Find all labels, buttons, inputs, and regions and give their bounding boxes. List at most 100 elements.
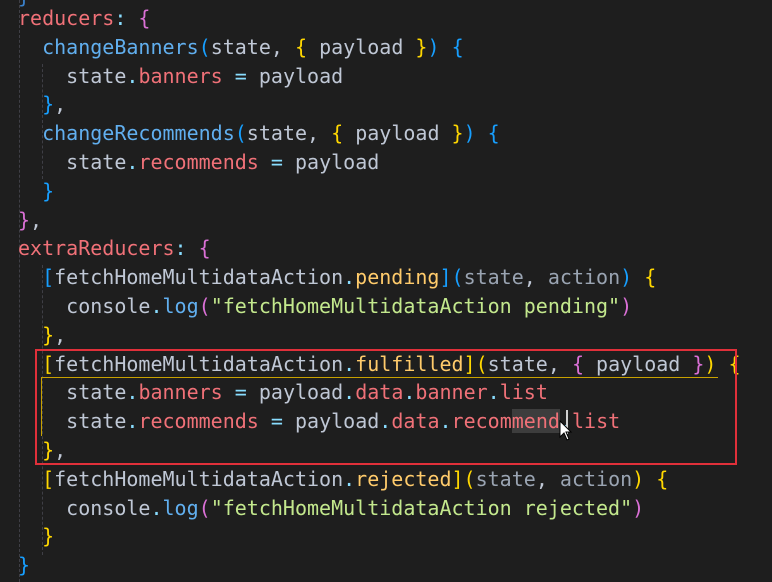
code-token: {	[487, 121, 500, 146]
code-line[interactable]: }	[18, 551, 30, 580]
code-token: {	[656, 466, 669, 491]
code-line[interactable]: state.recommends = payload.data.recommen…	[18, 407, 620, 436]
code-line[interactable]: [fetchHomeMultidataAction.fulfilled](sta…	[18, 350, 741, 379]
code-token: )	[620, 265, 633, 290]
code-line[interactable]: },	[18, 90, 66, 119]
code-token: banners	[138, 63, 223, 88]
code-token: ]	[439, 265, 452, 290]
code-token: changeBanners	[42, 34, 199, 59]
code-token: payload	[258, 380, 344, 405]
code-token: state	[66, 63, 127, 88]
code-token: )	[632, 466, 645, 491]
code-token: :	[114, 6, 139, 30]
code-token: .	[126, 150, 139, 174]
code-token: fetchHomeMultidataAction	[54, 466, 344, 491]
code-token: ,	[547, 351, 572, 376]
code-line[interactable]: changeBanners(state, { payload }) {	[18, 33, 464, 62]
code-line[interactable]: state.recommends = payload	[18, 148, 379, 177]
code-line[interactable]: }	[18, 522, 54, 551]
code-line[interactable]: [fetchHomeMultidataAction.pending](state…	[18, 263, 656, 292]
code-token: }	[18, 207, 31, 232]
code-token: "fetchHomeMultidataAction pending"	[210, 294, 621, 318]
code-line[interactable]: console.log("fetchHomeMultidataAction pe…	[18, 292, 632, 321]
code-token: payload	[307, 34, 416, 59]
code-token: .	[439, 409, 452, 434]
bracket-pair-guide	[41, 378, 42, 436]
code-token: list	[571, 409, 621, 434]
code-token: }	[42, 92, 55, 117]
code-token: state	[463, 265, 524, 290]
code-token: .	[403, 380, 416, 405]
code-token: }	[42, 438, 55, 462]
code-line[interactable]: state.banners = payload	[18, 62, 343, 91]
code-token: {	[451, 34, 464, 59]
code-token: action	[559, 466, 633, 491]
code-token-highlighted: mend	[511, 409, 560, 434]
code-token: (	[475, 351, 488, 376]
code-line[interactable]: state.banners = payload.data.banner.list	[18, 378, 548, 407]
code-token: )	[620, 294, 633, 318]
code-token: }	[18, 553, 31, 578]
code-token: payload	[294, 150, 380, 174]
code-token: [	[42, 265, 55, 290]
code-line[interactable]: }	[18, 177, 54, 206]
code-token: data	[391, 409, 440, 434]
code-token: .	[126, 409, 139, 434]
code-editor[interactable]: } reducers: { changeBanners(state, { pay…	[0, 0, 772, 582]
code-token: )	[463, 121, 476, 146]
code-token: recom	[451, 409, 512, 434]
code-token: .	[343, 380, 356, 405]
code-token: :	[174, 236, 199, 261]
code-token: .	[150, 294, 163, 318]
code-line[interactable]: },	[18, 436, 66, 465]
code-token: =	[258, 409, 295, 434]
code-token: console	[66, 294, 151, 318]
code-token: "fetchHomeMultidataAction rejected"	[210, 495, 633, 520]
code-token: payload	[258, 63, 344, 88]
code-token: }	[451, 121, 464, 146]
code-line[interactable]: extraReducers: {	[18, 234, 211, 263]
code-line[interactable]: console.log("fetchHomeMultidataAction re…	[18, 494, 644, 523]
code-token: (	[198, 294, 211, 318]
code-token: extraReducers	[18, 236, 175, 261]
code-token: (	[451, 265, 464, 290]
code-token: ,	[307, 121, 332, 146]
code-token: payload	[294, 409, 380, 434]
code-token: {	[728, 351, 741, 376]
code-line[interactable]: changeRecommends(state, { payload }) {	[18, 119, 500, 148]
code-token: =	[222, 380, 259, 405]
code-token: data	[355, 380, 404, 405]
code-token: .	[343, 466, 356, 491]
code-token: log	[162, 294, 199, 318]
code-token: list	[499, 380, 548, 405]
code-token: .	[487, 380, 500, 405]
code-token: fetchHomeMultidataAction	[54, 265, 344, 290]
code-line[interactable]: reducers: {	[18, 4, 150, 33]
code-line[interactable]: [fetchHomeMultidataAction.rejected](stat…	[18, 465, 668, 494]
code-token: banner	[415, 380, 488, 405]
code-token: .	[150, 495, 163, 520]
code-token: ]	[463, 351, 476, 376]
code-token: }	[692, 351, 705, 376]
code-line[interactable]: },	[18, 206, 42, 235]
code-token: )	[632, 495, 645, 520]
code-token: .	[126, 380, 139, 405]
code-line[interactable]: },	[18, 321, 66, 350]
